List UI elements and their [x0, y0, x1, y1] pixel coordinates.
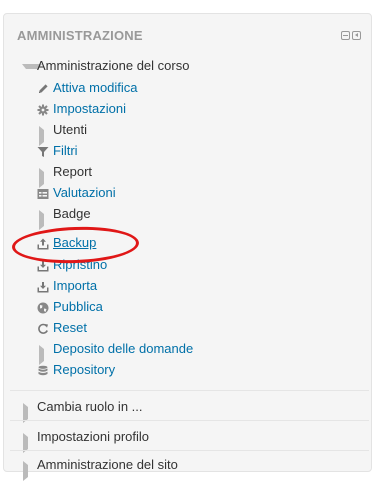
menu-item-label: Utenti — [53, 122, 87, 137]
divider — [10, 390, 369, 391]
menu-item-label: Repository — [53, 362, 116, 377]
course-admin-label: Amministrazione del corso — [37, 58, 190, 73]
reset-icon — [37, 322, 49, 334]
filter-icon — [37, 145, 49, 157]
database-icon — [37, 364, 49, 376]
import-icon — [37, 280, 49, 293]
divider — [10, 450, 369, 451]
menu-item-label: Report — [53, 164, 93, 179]
menu-item-label: Importa — [53, 278, 98, 293]
menu-item-label: Reset — [53, 320, 87, 335]
menu-item-label: Filtri — [53, 143, 78, 158]
pencil-icon — [37, 82, 49, 94]
dock-icon[interactable] — [352, 31, 361, 40]
menu-item-label: Pubblica — [53, 299, 103, 314]
section-label: Amministrazione del sito — [37, 457, 178, 472]
menu-item-label: Valutazioni — [53, 185, 116, 200]
menu-item-label: Attiva modifica — [53, 80, 138, 95]
gear-icon — [37, 103, 49, 116]
globe-icon — [37, 301, 49, 314]
section-label: Cambia ruolo in ... — [37, 399, 143, 414]
divider — [10, 420, 369, 421]
menu-item-label: Impostazioni — [53, 101, 126, 116]
menu-item-label: Deposito delle domande — [53, 341, 194, 356]
menu-item-label: Badge — [53, 206, 91, 221]
block-title: AMMINISTRAZIONE — [17, 28, 143, 43]
section-label: Impostazioni profilo — [37, 429, 149, 444]
table-icon — [37, 187, 49, 199]
minimize-icon[interactable] — [341, 31, 350, 40]
